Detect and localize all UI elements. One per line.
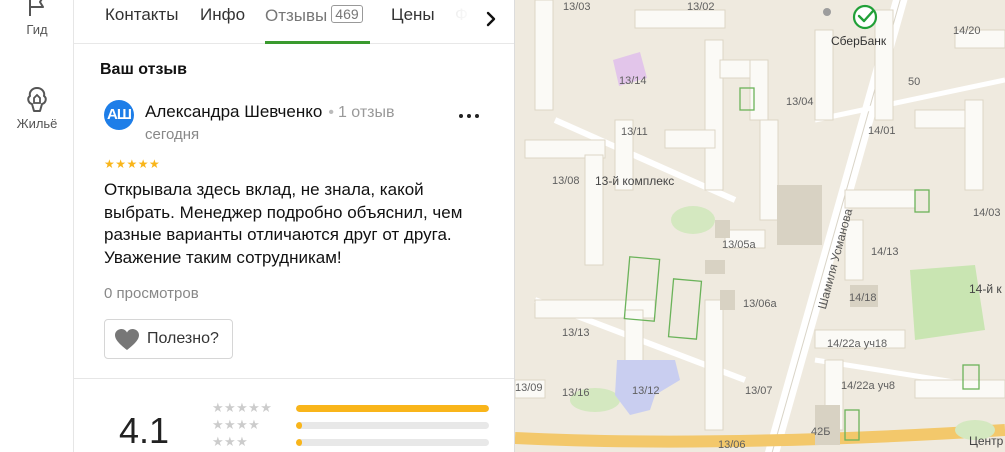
review-author: Александра Шевченко • 1 отзыв xyxy=(145,102,395,122)
tab-reviews-label: Отзывы xyxy=(265,6,328,25)
app-window: Гид Жильё Контакты Инфо Отзывы469 Цены Ф xyxy=(0,0,1005,452)
map-label: 14/03 xyxy=(973,207,1001,219)
map-label: 13/07 xyxy=(745,385,773,397)
rating-row-stars: ★★★★ xyxy=(212,417,261,432)
map-label: 13/06 xyxy=(718,439,746,451)
map-label: 13/04 xyxy=(786,96,814,108)
tab-prices[interactable]: Цены xyxy=(391,5,435,25)
housing-icon xyxy=(27,87,47,112)
review-rating-stars: ★★★★★ xyxy=(104,157,161,171)
chevron-right-icon xyxy=(486,11,496,27)
avatar[interactable]: АШ xyxy=(104,100,134,130)
average-rating: 4.1 xyxy=(119,410,170,451)
helpful-label: Полезно? xyxy=(147,330,219,347)
more-dots-icon xyxy=(459,114,479,118)
review-panel: Контакты Инфо Отзывы469 Цены Ф Ваш отзыв… xyxy=(74,0,515,452)
map-label: 50 xyxy=(908,76,921,88)
author-name[interactable]: Александра Шевченко xyxy=(145,102,322,121)
map-view[interactable]: 13/03 13/02 13/14 13/04 13/11 13/08 13-й… xyxy=(515,0,1005,452)
heart-icon xyxy=(115,329,139,350)
map-label: 14/18 xyxy=(849,292,877,304)
rating-row-bar xyxy=(296,439,489,446)
poi-sberbank[interactable]: СберБанк xyxy=(831,34,886,48)
map-label: 13/13 xyxy=(562,327,590,339)
review-text: Открывала здесь вклад, не знала, какой в… xyxy=(104,180,463,267)
map-label: 14-й к xyxy=(969,282,1002,296)
map-label: 14/01 xyxy=(868,125,896,137)
rail-item-guide[interactable]: Гид xyxy=(0,0,74,37)
rating-row-stars: ★★★★★ xyxy=(212,400,273,415)
map-label: 14/22а уч8 xyxy=(841,380,896,392)
map-label: 13/16 xyxy=(562,387,590,399)
map-label: 14/20 xyxy=(953,25,981,37)
tab-reviews[interactable]: Отзывы 469 xyxy=(265,5,363,26)
map-label: 13/03 xyxy=(563,1,591,13)
rail-item-housing[interactable]: Жильё xyxy=(0,84,74,131)
map-label: 13/06а xyxy=(743,298,777,310)
rail-item-label: Жильё xyxy=(16,116,58,131)
tab-contacts[interactable]: Контакты xyxy=(105,5,178,25)
review-date: сегодня xyxy=(145,126,200,143)
tab-info[interactable]: Инфо xyxy=(200,5,245,25)
map-label: 13/02 xyxy=(687,1,715,13)
tab-bar: Контакты Инфо Отзывы469 Цены Ф xyxy=(74,0,514,44)
map-label: 13/09 xyxy=(515,382,543,394)
map-label: 14/22а уч18 xyxy=(827,338,888,350)
reviews-count-badge: 469 xyxy=(331,5,363,23)
map-label: 14/13 xyxy=(871,246,899,258)
active-tab-indicator xyxy=(265,41,370,44)
divider xyxy=(74,378,514,379)
map-label: 13/12 xyxy=(632,385,660,397)
review-views: 0 просмотров xyxy=(104,285,199,302)
map-label: 13/05а xyxy=(722,239,756,251)
tabs-next-button[interactable] xyxy=(476,4,506,34)
left-rail: Гид Жильё xyxy=(0,0,74,452)
rating-row-stars: ★★★ xyxy=(212,434,249,449)
map-label: 13/08 xyxy=(552,175,580,187)
rating-bar-fill xyxy=(296,422,302,429)
section-title: Ваш отзыв xyxy=(100,61,187,78)
map-label: Центр xyxy=(969,434,1004,448)
author-review-count-text: 1 отзыв xyxy=(337,104,395,121)
author-review-count: • 1 отзыв xyxy=(328,104,395,121)
rating-bar-fill xyxy=(296,439,302,446)
rating-row-bar xyxy=(296,405,489,412)
map-label-district: 13-й комплекс xyxy=(595,174,675,188)
map-label: 13/14 xyxy=(619,75,647,87)
map-label: 13/11 xyxy=(621,126,648,138)
rating-bar-fill xyxy=(296,405,489,412)
more-options-button[interactable] xyxy=(456,104,482,128)
sberbank-logo-icon xyxy=(852,4,878,30)
helpful-button[interactable]: Полезно? xyxy=(104,319,233,359)
rail-item-label: Гид xyxy=(26,22,48,37)
rating-row-bar xyxy=(296,422,489,429)
flag-icon xyxy=(29,0,44,16)
map-label: 42Б xyxy=(811,426,831,438)
